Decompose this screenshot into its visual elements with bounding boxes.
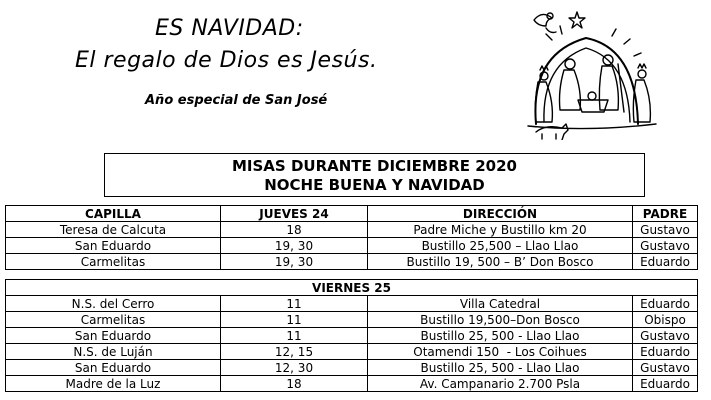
- friday-schedule-table: VIERNES 25 N.S. del Cerro 11 Villa Cated…: [4, 279, 699, 392]
- schedule-subtitle: NOCHE BUENA Y NAVIDAD: [264, 176, 485, 194]
- chapel-cell: N.S. de Luján: [5, 343, 221, 360]
- chapel-cell: Carmelitas: [5, 311, 221, 328]
- table-header-row: CAPILLA JUEVES 24 DIRECCIÓN PADRE: [5, 205, 698, 222]
- address-cell: Bustillo 25, 500 - Llao Llao: [367, 359, 633, 376]
- time-cell: 11: [220, 327, 368, 344]
- chapel-cell: Madre de la Luz: [5, 375, 221, 392]
- priest-cell: Eduardo: [631, 295, 699, 312]
- table-row: Madre de la Luz 18 Av. Campanario 2.700 …: [5, 375, 699, 392]
- table-row: San Eduardo 11 Bustillo 25, 500 - Llao L…: [5, 327, 699, 344]
- chapel-cell: Teresa de Calcuta: [5, 221, 221, 238]
- chapel-cell: San Eduardo: [5, 359, 221, 376]
- address-cell: Bustillo 25,500 – Llao Llao: [367, 237, 633, 254]
- priest-cell: Gustavo: [631, 327, 699, 344]
- time-cell: 19, 30: [220, 237, 368, 254]
- time-cell: 12, 30: [220, 359, 368, 376]
- address-cell: Bustillo 25, 500 - Llao Llao: [367, 327, 633, 344]
- column-header-jueves: JUEVES 24: [220, 205, 368, 222]
- thursday-schedule-table: CAPILLA JUEVES 24 DIRECCIÓN PADRE Teresa…: [5, 205, 698, 270]
- chapel-cell: N.S. del Cerro: [5, 295, 221, 312]
- chapel-cell: Carmelitas: [5, 253, 221, 270]
- chapel-cell: San Eduardo: [5, 237, 221, 254]
- priest-cell: Gustavo: [632, 221, 698, 238]
- day-label: VIERNES 25: [4, 279, 699, 296]
- address-cell: Padre Miche y Bustillo km 20: [367, 221, 633, 238]
- time-cell: 11: [220, 311, 368, 328]
- schedule-title: MISAS DURANTE DICIEMBRE 2020: [232, 157, 517, 175]
- table-row: San Eduardo 12, 30 Bustillo 25, 500 - Ll…: [5, 359, 699, 376]
- priest-cell: Obispo: [631, 311, 699, 328]
- address-cell: Otamendi 150 - Los Coihues: [367, 343, 633, 360]
- chapel-cell: San Eduardo: [5, 327, 221, 344]
- column-header-capilla: CAPILLA: [5, 205, 221, 222]
- time-cell: 18: [220, 375, 368, 392]
- day-header-row: VIERNES 25: [4, 279, 699, 296]
- priest-cell: Eduardo: [631, 375, 699, 392]
- address-cell: Villa Catedral: [367, 295, 633, 312]
- priest-cell: Eduardo: [631, 343, 699, 360]
- address-cell: Av. Campanario 2.700 Psla: [367, 375, 633, 392]
- schedule-header-box: MISAS DURANTE DICIEMBRE 2020 NOCHE BUENA…: [104, 153, 645, 197]
- table-row: Carmelitas 19, 30 Bustillo 19, 500 – B’ …: [5, 253, 698, 270]
- address-cell: Bustillo 19, 500 – B’ Don Bosco: [367, 253, 633, 270]
- title-line-2: El regalo de Dios es Jesús.: [75, 48, 378, 73]
- priest-cell: Gustavo: [632, 237, 698, 254]
- table-row: N.S. de Luján 12, 15 Otamendi 150 - Los …: [5, 343, 699, 360]
- table-row: San Eduardo 19, 30 Bustillo 25,500 – Lla…: [5, 237, 698, 254]
- table-row: Teresa de Calcuta 18 Padre Miche y Busti…: [5, 221, 698, 238]
- column-header-padre: PADRE: [632, 205, 698, 222]
- nativity-scene-icon: [527, 11, 657, 140]
- time-cell: 11: [220, 295, 368, 312]
- priest-cell: Eduardo: [632, 253, 698, 270]
- subtitle: Año especial de San José: [145, 93, 328, 108]
- time-cell: 19, 30: [220, 253, 368, 270]
- priest-cell: Gustavo: [631, 359, 699, 376]
- table-row: Carmelitas 11 Bustillo 19,500–Don Bosco …: [5, 311, 699, 328]
- time-cell: 12, 15: [220, 343, 368, 360]
- column-header-direccion: DIRECCIÓN: [367, 205, 633, 222]
- table-row: N.S. del Cerro 11 Villa Catedral Eduardo: [5, 295, 699, 312]
- time-cell: 18: [220, 221, 368, 238]
- address-cell: Bustillo 19,500–Don Bosco: [367, 311, 633, 328]
- title-line-1: ES NAVIDAD:: [155, 16, 304, 41]
